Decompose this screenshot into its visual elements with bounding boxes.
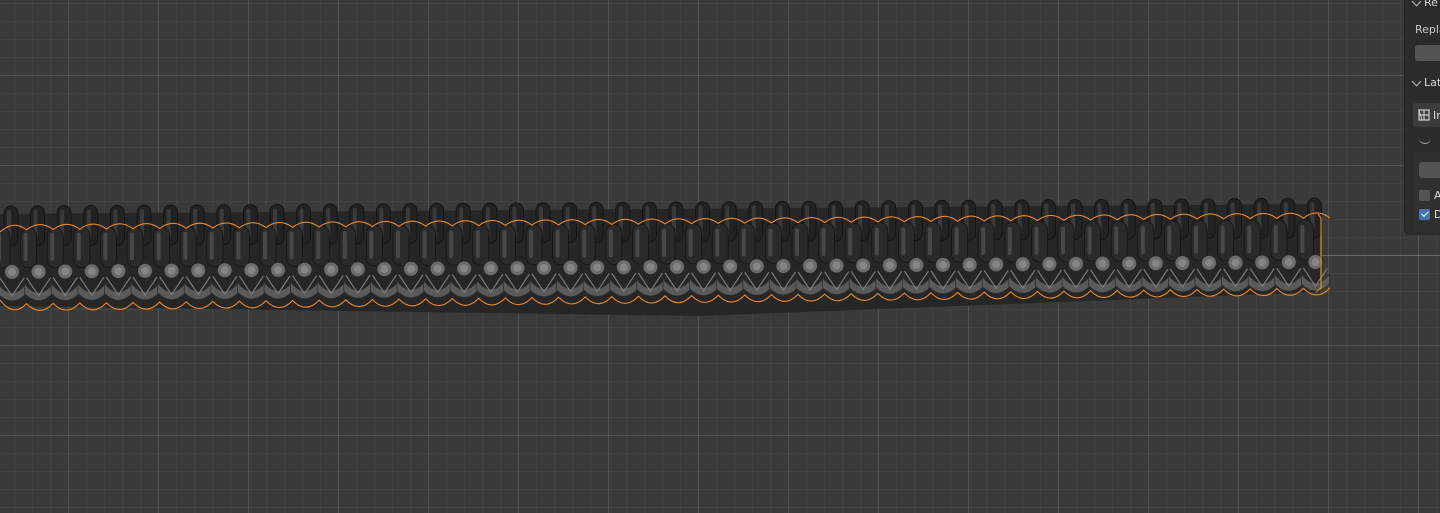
- sidebar-n-panel[interactable]: Re Repla Lat In A D: [1404, 0, 1440, 235]
- checkbox-a[interactable]: [1419, 190, 1430, 201]
- chevron-down-icon: [1411, 76, 1422, 86]
- checkbox-row-d[interactable]: D: [1419, 208, 1440, 221]
- lattice-mesh-object[interactable]: [0, 0, 1440, 513]
- section-header-lattice-label: Lat: [1424, 76, 1440, 89]
- section-header-re[interactable]: Re: [1411, 0, 1438, 9]
- 3d-viewport[interactable]: [0, 0, 1440, 513]
- replace-label: Repla: [1415, 23, 1440, 36]
- replace-field[interactable]: [1415, 45, 1440, 61]
- lattice-button[interactable]: In: [1413, 103, 1440, 127]
- checkbox-d-label: D: [1434, 208, 1440, 221]
- section-header-re-label: Re: [1424, 0, 1438, 9]
- checkbox-row-a[interactable]: A: [1419, 189, 1440, 202]
- lattice-grid-icon: [1418, 109, 1430, 121]
- checkbox-d[interactable]: [1419, 209, 1430, 220]
- lattice-button-label: In: [1433, 108, 1440, 122]
- section-header-lattice[interactable]: Lat: [1411, 76, 1440, 89]
- chevron-down-icon: [1411, 0, 1422, 6]
- subpanel-field[interactable]: [1419, 162, 1440, 178]
- checkbox-a-label: A: [1434, 189, 1440, 202]
- curve-icon: [1419, 135, 1431, 144]
